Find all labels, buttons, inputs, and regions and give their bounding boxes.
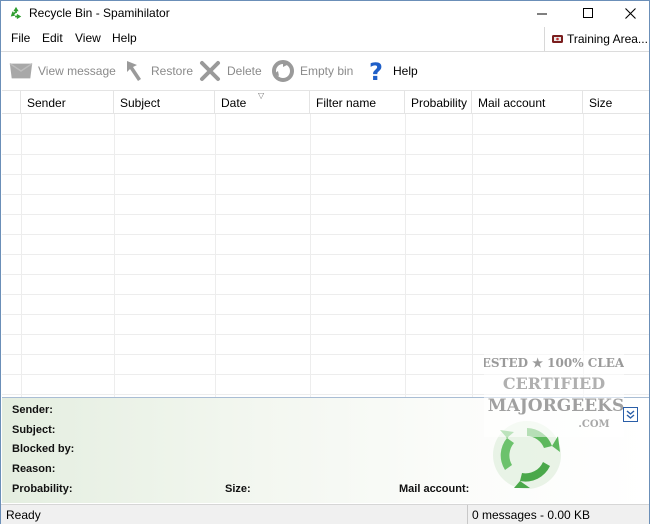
- grid-row-line: [2, 254, 649, 255]
- detail-mail-account-label: Mail account:: [399, 483, 470, 495]
- grid-row-line: [2, 294, 649, 295]
- column-sender[interactable]: Sender: [21, 91, 114, 114]
- app-window: Recycle Bin - Spamihilator File Edit Vie…: [0, 0, 650, 524]
- training-area-label: Training Area...: [567, 32, 648, 46]
- menu-edit[interactable]: Edit: [42, 31, 63, 45]
- detail-blocked-by-label: Blocked by:: [12, 443, 75, 455]
- view-message-button[interactable]: View message: [8, 52, 116, 90]
- svg-text:MAJORGEEKS: MAJORGEEKS: [488, 396, 624, 416]
- column-subject[interactable]: Subject: [114, 91, 215, 114]
- close-button[interactable]: [607, 1, 650, 26]
- help-label: Help: [393, 64, 418, 78]
- minimize-button[interactable]: [519, 1, 565, 26]
- maximize-button[interactable]: [565, 1, 611, 26]
- column-selector[interactable]: [2, 91, 21, 114]
- title-bar[interactable]: Recycle Bin - Spamihilator: [1, 1, 649, 26]
- minimize-icon: [536, 13, 547, 15]
- empty-bin-label: Empty bin: [300, 64, 354, 78]
- help-question-icon: ?: [363, 58, 389, 84]
- status-text: Ready: [6, 508, 41, 522]
- restore-button[interactable]: Restore: [121, 52, 193, 90]
- grid-column-line: [472, 114, 473, 397]
- detail-probability-label: Probability:: [12, 483, 73, 495]
- column-size[interactable]: Size: [583, 91, 649, 114]
- collapse-details-button[interactable]: [623, 407, 638, 422]
- training-icon: [552, 35, 563, 43]
- close-icon: [624, 8, 636, 19]
- column-mail-account[interactable]: Mail account: [472, 91, 583, 114]
- grid-column-line: [310, 114, 311, 397]
- majorgeeks-watermark-logo: TESTED ★ 100% CLEAN CERTIFIED MAJORGEEKS…: [484, 351, 624, 437]
- recycle-icon: [10, 6, 22, 20]
- help-button[interactable]: ? Help: [363, 52, 418, 90]
- details-pane: Sender: Subject: Blocked by: Reason: Pro…: [2, 351, 649, 503]
- grid-row-line: [2, 154, 649, 155]
- grid-row-line: [2, 334, 649, 335]
- grid-row-line: [2, 234, 649, 235]
- grid-row-line: [2, 174, 649, 175]
- column-filter-name[interactable]: Filter name: [310, 91, 405, 114]
- delete-button[interactable]: Delete: [197, 52, 262, 90]
- status-bar: Ready 0 messages - 0.00 KB: [1, 504, 649, 524]
- grid-column-line: [405, 114, 406, 397]
- status-message-count-panel: 0 messages - 0.00 KB: [467, 505, 649, 524]
- menu-view[interactable]: View: [75, 31, 101, 45]
- double-chevron-down-icon: [626, 410, 635, 419]
- delete-label: Delete: [227, 64, 262, 78]
- empty-bin-icon: [270, 58, 296, 84]
- grid-column-line: [21, 114, 22, 397]
- envelope-icon: [8, 58, 34, 84]
- view-message-label: View message: [38, 64, 116, 78]
- grid-row-line: [2, 274, 649, 275]
- message-count: 0 messages - 0.00 KB: [472, 508, 591, 522]
- grid-row-line: [2, 134, 649, 135]
- detail-reason-label: Reason:: [12, 463, 56, 475]
- toolbar: View message Restore Delete Empty bin ? …: [1, 52, 649, 90]
- window-title: Recycle Bin - Spamihilator: [29, 6, 170, 20]
- svg-text:TESTED ★ 100% CLEAN: TESTED ★ 100% CLEAN: [484, 356, 624, 370]
- grid-column-line: [215, 114, 216, 397]
- delete-x-icon: [197, 58, 223, 84]
- menu-help[interactable]: Help: [112, 31, 137, 45]
- svg-text:?: ?: [369, 58, 383, 84]
- grid-row-line: [2, 194, 649, 195]
- menu-file[interactable]: File: [11, 31, 30, 45]
- training-area-button[interactable]: Training Area...: [544, 27, 649, 51]
- grid-row-line: [2, 314, 649, 315]
- maximize-icon: [582, 8, 593, 18]
- svg-text:CERTIFIED: CERTIFIED: [503, 374, 605, 393]
- grid-row-line: [2, 214, 649, 215]
- detail-sender-label: Sender:: [12, 404, 53, 416]
- table-header: Sender Subject Date Filter name Probabil…: [2, 90, 649, 114]
- restore-arrow-icon: [121, 58, 147, 84]
- detail-subject-label: Subject:: [12, 424, 56, 436]
- empty-bin-button[interactable]: Empty bin: [270, 52, 353, 90]
- grid-column-line: [114, 114, 115, 397]
- sort-descending-icon: ▽: [258, 91, 265, 100]
- restore-label: Restore: [151, 64, 194, 78]
- detail-size-label: Size:: [225, 483, 251, 495]
- column-probability[interactable]: Probability: [405, 91, 472, 114]
- svg-text:.COM: .COM: [578, 419, 609, 430]
